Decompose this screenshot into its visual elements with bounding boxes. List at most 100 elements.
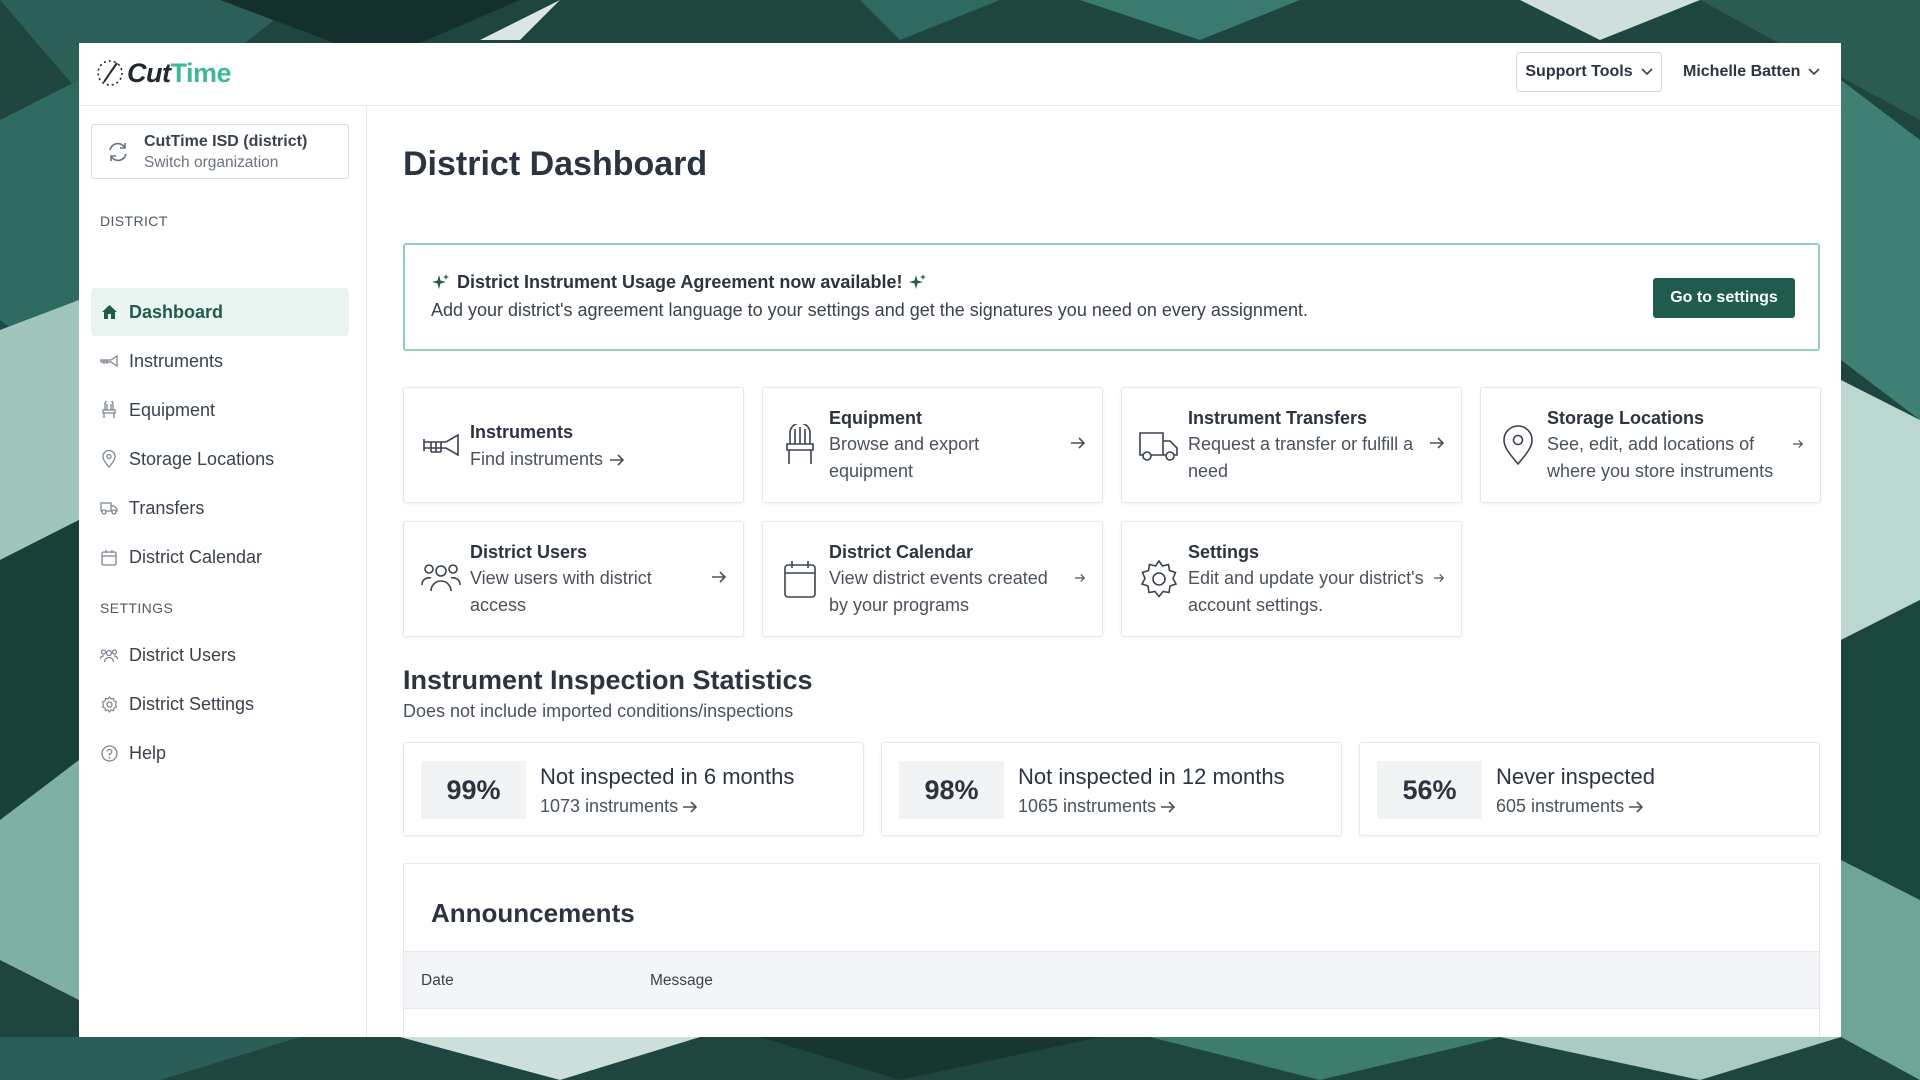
sidebar-item-help[interactable]: Help	[91, 729, 349, 777]
sidebar-item-label: Dashboard	[129, 301, 224, 322]
card-instrument-transfers[interactable]: Instrument Transfers Request a transfer …	[1121, 387, 1462, 503]
trumpet-icon	[420, 424, 462, 466]
arrow-right-icon	[1429, 436, 1445, 455]
page-title: District Dashboard	[403, 145, 708, 183]
arrow-right-icon	[683, 800, 698, 813]
trumpet-icon	[100, 352, 118, 370]
truck-icon	[100, 499, 118, 517]
column-header-date[interactable]: Date	[421, 972, 454, 990]
card-desc: View users with district access	[470, 568, 652, 615]
stat-label: Never inspected	[1496, 764, 1655, 789]
sidebar-item-label: District Users	[129, 644, 236, 665]
sparkles-icon	[909, 273, 927, 289]
sidebar-item-district-users[interactable]: District Users	[91, 631, 349, 679]
card-desc: Find instruments	[470, 446, 625, 473]
app-window: CutTime Support Tools Michelle Batten Cu…	[79, 43, 1841, 1037]
calendar-icon	[779, 558, 821, 600]
sidebar-item-label: Instruments	[129, 350, 224, 371]
card-district-calendar[interactable]: District Calendar View district events c…	[762, 521, 1103, 637]
stat-count-link[interactable]: 1073 instruments	[540, 796, 698, 817]
sidebar-item-equipment[interactable]: Equipment	[91, 386, 349, 434]
card-desc: View district events created by your pro…	[829, 568, 1048, 615]
support-tools-label: Support Tools	[1525, 63, 1633, 80]
gear-icon	[1138, 558, 1180, 600]
go-to-settings-button[interactable]: Go to settings	[1653, 278, 1795, 318]
arrow-right-icon	[711, 570, 727, 589]
sidebar-item-district-settings[interactable]: District Settings	[91, 680, 349, 728]
card-title: Equipment	[829, 408, 922, 428]
refresh-arrows-icon	[92, 140, 144, 164]
stat-count-link[interactable]: 605 instruments	[1496, 796, 1644, 817]
arrow-right-icon	[1433, 570, 1445, 588]
announcements-table-header: Date Message	[404, 951, 1819, 1009]
chair-icon	[100, 401, 118, 419]
announcements-panel: Announcements Date Message	[403, 863, 1820, 1037]
section-label-district: DISTRICT	[100, 213, 168, 229]
arrow-right-icon	[1792, 436, 1804, 454]
card-equipment[interactable]: Equipment Browse and export equipment	[762, 387, 1103, 503]
sidebar-item-label: Storage Locations	[129, 448, 275, 469]
user-menu[interactable]: Michelle Batten	[1683, 52, 1820, 92]
card-title: Storage Locations	[1547, 408, 1705, 428]
card-instruments[interactable]: Instruments Find instruments	[403, 387, 744, 503]
stats-subtitle: Does not include imported conditions/ins…	[403, 701, 794, 721]
card-desc: Browse and export equipment	[829, 434, 980, 481]
banner-title: District Instrument Usage Agreement now …	[431, 272, 928, 293]
sidebar-item-transfers[interactable]: Transfers	[91, 484, 349, 532]
stat-count-link[interactable]: 1065 instruments	[1018, 796, 1176, 817]
arrow-right-icon	[1629, 800, 1644, 813]
logo-text: CutTime	[127, 57, 232, 88]
org-switcher[interactable]: CutTime ISD (district) Switch organizati…	[91, 124, 349, 179]
support-tools-dropdown[interactable]: Support Tools	[1516, 52, 1662, 92]
top-bar: CutTime Support Tools Michelle Batten	[79, 43, 1841, 106]
users-icon	[420, 558, 462, 600]
stat-card-12-months[interactable]: 98% Not inspected in 12 months 1065 inst…	[881, 742, 1342, 836]
arrow-right-icon	[1074, 570, 1086, 588]
user-name: Michelle Batten	[1683, 63, 1801, 80]
org-name: CutTime ISD (district)	[144, 132, 308, 150]
users-icon	[100, 646, 118, 664]
sidebar-item-storage-locations[interactable]: Storage Locations	[91, 435, 349, 483]
sidebar-item-label: Help	[129, 742, 167, 763]
stat-label: Not inspected in 6 months	[540, 764, 795, 789]
cuttime-logo[interactable]: CutTime	[95, 53, 232, 93]
sidebar-item-label: District Settings	[129, 693, 255, 714]
banner-text: Add your district's agreement language t…	[431, 300, 1308, 320]
sidebar-item-label: Transfers	[129, 497, 205, 518]
agreement-banner: District Instrument Usage Agreement now …	[403, 243, 1820, 351]
home-icon	[100, 303, 118, 321]
stat-card-6-months[interactable]: 99% Not inspected in 6 months 1073 instr…	[403, 742, 864, 836]
switch-org-link: Switch organization	[144, 153, 279, 171]
stats-title: Instrument Inspection Statistics	[403, 665, 813, 695]
map-pin-icon	[1497, 424, 1539, 466]
sparkles-icon	[432, 273, 449, 289]
stat-label: Not inspected in 12 months	[1018, 764, 1285, 789]
card-storage-locations[interactable]: Storage Locations See, edit, add locatio…	[1480, 387, 1821, 503]
sidebar-item-district-calendar[interactable]: District Calendar	[91, 533, 349, 581]
main-content: District Dashboard District Instrument U…	[368, 106, 1841, 1037]
gear-icon	[100, 695, 118, 713]
chevron-down-icon	[1808, 68, 1820, 76]
stat-percentage: 99%	[421, 761, 526, 819]
sidebar-item-label: District Calendar	[129, 546, 263, 567]
chair-icon	[779, 422, 821, 466]
sidebar-item-label: Equipment	[129, 399, 216, 420]
arrow-right-icon	[1161, 800, 1176, 813]
card-title: Instrument Transfers	[1188, 408, 1368, 428]
sidebar-item-instruments[interactable]: Instruments	[91, 337, 349, 385]
column-header-message[interactable]: Message	[650, 972, 713, 990]
stat-card-never[interactable]: 56% Never inspected 605 instruments	[1359, 742, 1820, 836]
stat-percentage: 56%	[1377, 761, 1482, 819]
card-desc: See, edit, add locations of where you st…	[1547, 434, 1774, 481]
arrow-right-icon	[1070, 436, 1086, 455]
chevron-down-icon	[1641, 68, 1653, 76]
sidebar: CutTime ISD (district) Switch organizati…	[79, 106, 367, 1037]
card-title: Settings	[1188, 542, 1260, 562]
sidebar-item-dashboard[interactable]: Dashboard	[91, 288, 349, 336]
card-settings[interactable]: Settings Edit and update your district's…	[1121, 521, 1462, 637]
card-title: Instruments	[470, 422, 574, 442]
card-desc: Edit and update your district's account …	[1188, 568, 1424, 615]
card-desc: Request a transfer or fulfill a need	[1188, 434, 1414, 481]
card-district-users[interactable]: District Users View users with district …	[403, 521, 744, 637]
truck-icon	[1138, 424, 1180, 466]
